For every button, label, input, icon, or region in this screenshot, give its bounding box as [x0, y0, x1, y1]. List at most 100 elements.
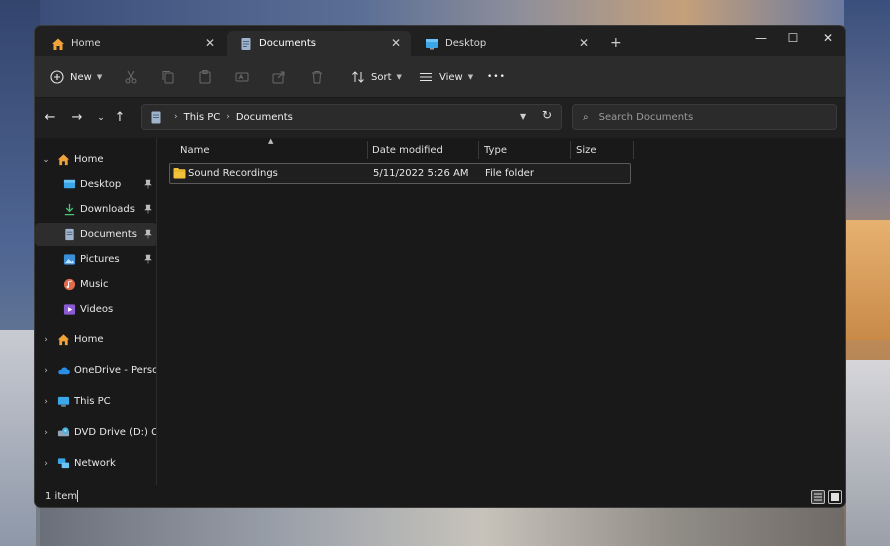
breadcrumb-separator-icon: ›	[174, 112, 178, 122]
videos-icon	[63, 304, 76, 315]
more-options-button[interactable]: •••	[487, 68, 506, 86]
sidebar-item-this-pc[interactable]: › This PC	[35, 390, 157, 413]
paste-icon[interactable]	[197, 69, 213, 85]
rename-icon[interactable]	[234, 69, 250, 85]
sidebar-item-label: Downloads	[80, 204, 135, 215]
documents-icon	[65, 228, 74, 241]
tab-label: Desktop	[445, 38, 487, 49]
sidebar-item-label: OneDrive - Personal	[74, 365, 156, 376]
large-icons-view-button[interactable]	[828, 490, 842, 504]
search-box[interactable]: ⌕ Search Documents	[572, 104, 837, 130]
wallpaper-building-right-lower	[846, 360, 890, 546]
file-name: Sound Recordings	[188, 168, 278, 179]
documents-icon	[151, 111, 161, 123]
view-button[interactable]: View ▼	[419, 68, 473, 86]
chevron-down-icon: ▼	[467, 73, 474, 81]
pin-icon[interactable]	[143, 179, 153, 189]
new-label: New	[70, 71, 92, 83]
navigation-pane: ⌄ Home Desktop Downloads Documents Pictu…	[35, 138, 157, 485]
new-tab-button[interactable]: +	[610, 35, 622, 51]
address-dropdown-chevron-icon[interactable]: ▼	[520, 112, 526, 121]
network-icon	[57, 458, 70, 469]
plus-circle-icon	[50, 70, 64, 84]
sidebar-item-documents[interactable]: Documents	[35, 223, 157, 246]
sidebar-item-videos[interactable]: Videos	[35, 298, 157, 321]
chevron-down-icon[interactable]: ⌄	[41, 155, 51, 165]
sidebar-item-label: Home	[74, 334, 104, 345]
sidebar-item-label: Music	[80, 279, 109, 290]
sidebar-item-onedrive[interactable]: › OneDrive - Personal	[35, 359, 157, 382]
close-window-button[interactable]: ✕	[818, 30, 838, 46]
cut-icon[interactable]	[123, 69, 139, 85]
sidebar-item-label: Documents	[80, 229, 138, 240]
tab-desktop[interactable]: Desktop ✕	[413, 31, 599, 56]
table-row[interactable]: Sound Recordings 5/11/2022 5:26 AM File …	[169, 163, 631, 184]
sidebar-item-home[interactable]: ⌄ Home	[35, 148, 157, 171]
chevron-down-icon: ▼	[96, 73, 103, 81]
search-icon: ⌕	[583, 111, 589, 123]
sidebar-item-downloads[interactable]: Downloads	[35, 198, 157, 221]
tab-documents[interactable]: Documents ✕	[227, 31, 411, 56]
column-header-size[interactable]: Size	[576, 138, 597, 162]
forward-arrow-icon[interactable]: →	[69, 110, 85, 126]
column-divider[interactable]	[570, 141, 571, 159]
wallpaper-building-left	[0, 330, 36, 546]
sort-ascending-caret-icon: ▲	[268, 137, 274, 145]
dvd-drive-icon	[57, 427, 70, 437]
column-header-type[interactable]: Type	[484, 138, 507, 162]
close-icon[interactable]: ✕	[577, 36, 591, 50]
maximize-button[interactable]: ☐	[783, 30, 803, 46]
recent-locations-chevron-icon[interactable]: ⌄	[93, 110, 109, 126]
chevron-right-icon[interactable]: ›	[41, 366, 51, 376]
status-divider	[77, 490, 78, 502]
up-arrow-icon[interactable]: ↑	[112, 110, 128, 126]
column-divider[interactable]	[478, 141, 479, 159]
file-explorer-window: Home ✕ Documents ✕ Desktop ✕ + — ☐ ✕ New…	[34, 25, 846, 508]
pin-icon[interactable]	[143, 204, 153, 214]
close-icon[interactable]: ✕	[203, 36, 217, 50]
chevron-right-icon[interactable]: ›	[41, 459, 51, 469]
wallpaper-building-right	[846, 220, 890, 340]
back-arrow-icon[interactable]: ←	[42, 110, 58, 126]
desktop-icon	[426, 38, 438, 49]
breadcrumb-this-pc[interactable]: This PC	[184, 112, 221, 123]
new-button[interactable]: New ▼	[50, 68, 102, 86]
sidebar-item-label: DVD Drive (D:) CCCOMA_X64FRE_EN-US_DV9	[74, 427, 156, 438]
refresh-icon[interactable]: ↻	[542, 108, 552, 122]
column-divider[interactable]	[367, 141, 368, 159]
share-icon[interactable]	[271, 69, 287, 85]
sidebar-item-label: Home	[74, 154, 104, 165]
sidebar-item-label: This PC	[74, 396, 111, 407]
details-view-button[interactable]	[811, 490, 825, 504]
this-pc-icon	[57, 396, 70, 407]
pin-icon[interactable]	[143, 229, 153, 239]
sort-label: Sort	[371, 71, 392, 83]
copy-icon[interactable]	[160, 69, 176, 85]
view-icon	[420, 73, 432, 81]
sidebar-item-dvd-drive[interactable]: › DVD Drive (D:) CCCOMA_X64FRE_EN-US_DV9	[35, 421, 157, 444]
wallpaper-bottom	[40, 508, 844, 546]
column-divider[interactable]	[633, 141, 634, 159]
address-bar[interactable]: › This PC › Documents	[141, 104, 562, 130]
sidebar-item-network[interactable]: › Network	[35, 452, 157, 475]
home-icon	[52, 38, 64, 50]
chevron-right-icon[interactable]: ›	[41, 428, 51, 438]
sidebar-item-pictures[interactable]: Pictures	[35, 248, 157, 271]
breadcrumb-documents[interactable]: Documents	[236, 112, 293, 123]
command-bar: New ▼ Sort ▼ View ▼ •••	[35, 56, 845, 98]
sidebar-item-desktop[interactable]: Desktop	[35, 173, 157, 196]
chevron-down-icon: ▼	[396, 73, 402, 81]
sidebar-item-music[interactable]: Music	[35, 273, 157, 296]
pin-icon[interactable]	[143, 254, 153, 264]
sidebar-item-home-2[interactable]: › Home	[35, 328, 157, 351]
minimize-button[interactable]: —	[751, 30, 771, 46]
chevron-right-icon[interactable]: ›	[41, 397, 51, 407]
sort-button[interactable]: Sort ▼	[351, 68, 402, 86]
tab-home[interactable]: Home ✕	[39, 31, 225, 56]
column-header-name[interactable]: Name	[180, 138, 210, 162]
close-icon[interactable]: ✕	[389, 36, 403, 50]
sidebar-item-label: Network	[74, 458, 116, 469]
chevron-right-icon[interactable]: ›	[41, 335, 51, 345]
column-header-date-modified[interactable]: Date modified	[372, 138, 443, 162]
delete-icon[interactable]	[309, 69, 325, 85]
